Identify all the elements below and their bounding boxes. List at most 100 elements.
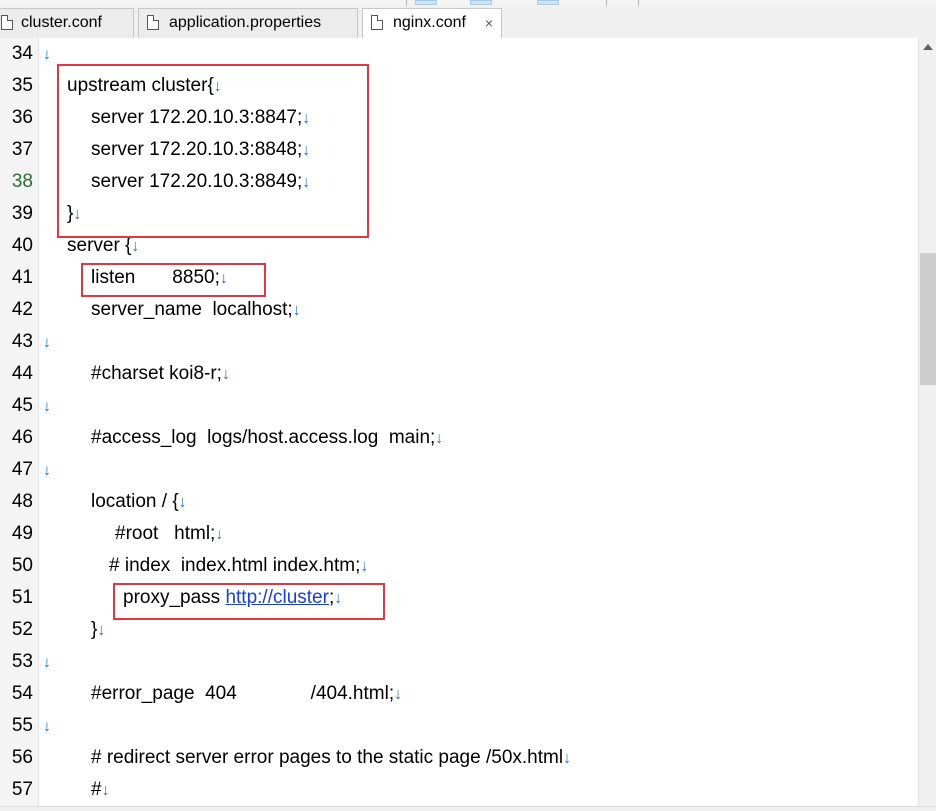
close-icon[interactable]: × <box>485 15 493 31</box>
line-number: 49 <box>11 523 33 544</box>
line-code: #↓ <box>91 774 110 806</box>
line-code: upstream cluster{↓ <box>67 70 222 103</box>
code-line[interactable]: 38 server 172.20.10.3:8849;↓ <box>0 166 918 198</box>
line-code: ↓ <box>43 454 51 487</box>
toolbar-button[interactable] <box>415 0 437 5</box>
toolbar-button[interactable] <box>537 0 559 5</box>
line-text: server 172.20.10.3:8847; <box>91 107 303 128</box>
code-editor[interactable]: 34 ↓ 35 upstream cluster{↓ 36 server 172.20.1… <box>0 38 918 806</box>
line-code: #charset koi8-r;↓ <box>91 358 230 391</box>
line-code: ↓ <box>43 326 51 359</box>
code-line[interactable]: 49 #root html;↓ <box>0 518 918 550</box>
file-icon <box>371 15 383 30</box>
code-line[interactable]: 41 listen 8850;↓ <box>0 262 918 294</box>
line-code: }↓ <box>67 198 81 231</box>
url-link[interactable]: http://cluster <box>225 587 329 608</box>
toolbar-button[interactable] <box>470 0 492 5</box>
line-text: #error_page 404 /404.html; <box>91 683 395 704</box>
code-line[interactable]: 54 #error_page 404 /404.html;↓ <box>0 678 918 710</box>
code-line[interactable]: 55 ↓ <box>0 710 918 742</box>
code-line[interactable]: 42 server_name localhost;↓ <box>0 294 918 326</box>
eol-arrow-icon: ↓ <box>334 590 343 607</box>
line-text: upstream cluster{ <box>67 75 214 96</box>
scrollbar-thumb[interactable] <box>920 253 936 385</box>
tab-label: nginx.conf <box>393 14 466 31</box>
code-line[interactable]: 47 ↓ <box>0 454 918 486</box>
code-line[interactable]: 35 upstream cluster{↓ <box>0 70 918 102</box>
line-code: server 172.20.10.3:8849;↓ <box>91 166 310 199</box>
eol-arrow-icon: ↓ <box>435 430 444 447</box>
line-code: ↓ <box>43 390 51 423</box>
line-code: ↓ <box>43 710 51 743</box>
tab-label: cluster.conf <box>21 14 102 31</box>
line-text: server { <box>67 235 132 256</box>
line-number: 42 <box>11 299 33 320</box>
file-icon <box>1 15 13 30</box>
tab-cluster-conf[interactable]: cluster.conf <box>0 8 134 38</box>
code-line[interactable]: 56 # redirect server error pages to the s… <box>0 742 918 774</box>
bottom-edge <box>0 806 936 811</box>
line-number: 52 <box>11 619 33 640</box>
line-text: #charset koi8-r; <box>91 363 222 384</box>
code-line[interactable]: 36 server 172.20.10.3:8847;↓ <box>0 102 918 134</box>
line-number: 37 <box>11 139 33 160</box>
eol-arrow-icon: ↓ <box>97 622 106 639</box>
eol-arrow-icon: ↓ <box>43 46 51 63</box>
eol-arrow-icon: ↓ <box>221 366 230 383</box>
code-line[interactable]: 57 #↓ <box>0 774 918 806</box>
line-text: # <box>91 779 102 800</box>
line-number: 39 <box>11 203 33 224</box>
line-number: 53 <box>11 651 33 672</box>
code-line[interactable]: 40 server {↓ <box>0 230 918 262</box>
line-text: location / { <box>91 491 179 512</box>
line-number: 46 <box>11 427 33 448</box>
line-code: location / {↓ <box>91 486 187 519</box>
eol-arrow-icon: ↓ <box>43 654 51 671</box>
code-line[interactable]: 44 #charset koi8-r;↓ <box>0 358 918 390</box>
code-line[interactable]: 43 ↓ <box>0 326 918 358</box>
code-line[interactable]: 39 }↓ <box>0 198 918 230</box>
tab-nginx-conf[interactable]: nginx.conf × <box>362 8 502 39</box>
eol-arrow-icon: ↓ <box>215 526 224 543</box>
line-text: #root html; <box>115 523 216 544</box>
line-text: #access_log logs/host.access.log main; <box>91 427 436 448</box>
eol-arrow-icon: ↓ <box>360 558 369 575</box>
eol-arrow-icon: ↓ <box>302 110 311 127</box>
eol-arrow-icon: ↓ <box>213 78 222 95</box>
line-number: 56 <box>11 747 33 768</box>
code-line[interactable]: 51 proxy_pass http://cluster;↓ <box>0 582 918 614</box>
eol-arrow-icon: ↓ <box>131 238 140 255</box>
code-line[interactable]: 34 ↓ <box>0 38 918 70</box>
code-line[interactable]: 50 # index index.html index.htm;↓ <box>0 550 918 582</box>
eol-arrow-icon: ↓ <box>43 398 51 415</box>
code-line[interactable]: 53 ↓ <box>0 646 918 678</box>
code-line[interactable]: 48 location / {↓ <box>0 486 918 518</box>
line-code: proxy_pass http://cluster;↓ <box>123 582 342 615</box>
line-code: server 172.20.10.3:8847;↓ <box>91 102 310 135</box>
eol-arrow-icon: ↓ <box>292 302 301 319</box>
eol-arrow-icon: ↓ <box>178 494 187 511</box>
code-line[interactable]: 46 #access_log logs/host.access.log main;… <box>0 422 918 454</box>
code-line[interactable]: 45 ↓ <box>0 390 918 422</box>
scroll-up-icon[interactable] <box>923 44 933 50</box>
line-code: # index index.html index.htm;↓ <box>109 550 368 583</box>
line-number: 44 <box>11 363 33 384</box>
line-code: }↓ <box>91 614 105 647</box>
tab-application-properties[interactable]: application.properties <box>138 8 358 38</box>
line-code: server 172.20.10.3:8848;↓ <box>91 134 310 167</box>
eol-arrow-icon: ↓ <box>394 686 403 703</box>
code-line[interactable]: 52 }↓ <box>0 614 918 646</box>
line-code: server {↓ <box>67 230 139 263</box>
eol-arrow-icon: ↓ <box>43 334 51 351</box>
line-code: #access_log logs/host.access.log main;↓ <box>91 422 443 455</box>
tab-label: application.properties <box>169 14 322 31</box>
line-text: server 172.20.10.3:8848; <box>91 139 303 160</box>
code-line[interactable]: 37 server 172.20.10.3:8848;↓ <box>0 134 918 166</box>
eol-arrow-icon: ↓ <box>302 174 311 191</box>
line-number: 36 <box>11 107 33 128</box>
vertical-scrollbar[interactable] <box>918 38 936 806</box>
line-number: 34 <box>11 43 33 64</box>
line-code: listen 8850;↓ <box>91 262 228 295</box>
file-icon <box>147 15 159 30</box>
line-number: 47 <box>11 459 33 480</box>
